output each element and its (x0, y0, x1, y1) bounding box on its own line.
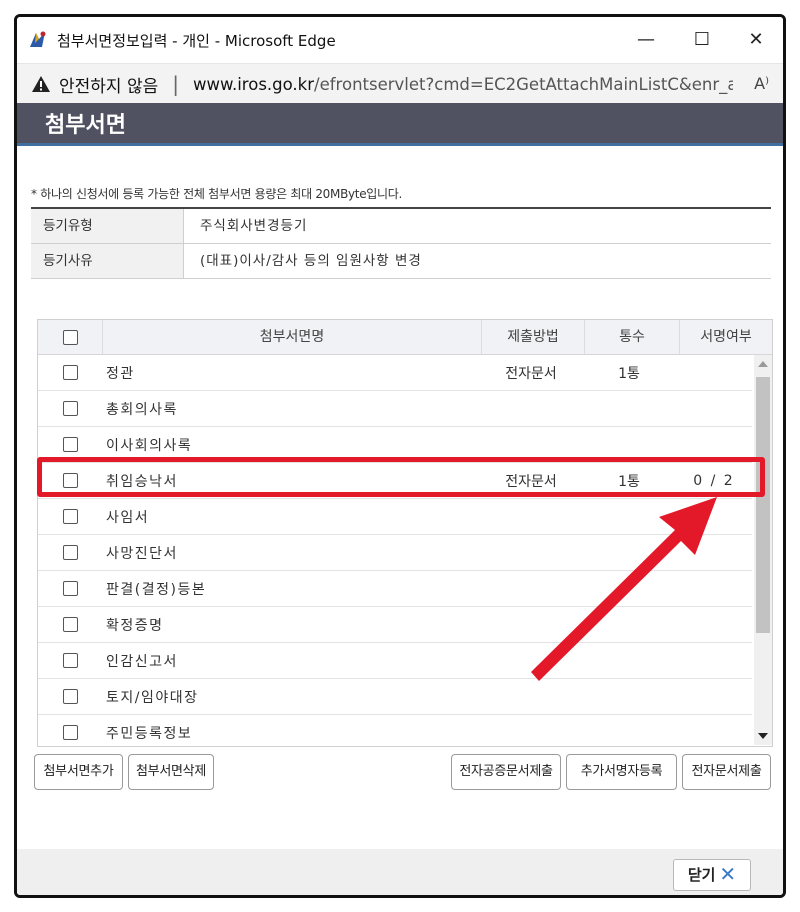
warning-icon (31, 75, 51, 93)
app-logo-icon (27, 29, 49, 51)
table-row[interactable]: 주민등록정보 (38, 715, 752, 745)
notarized-document-submit-button[interactable]: 전자공증문서제출 (451, 754, 561, 790)
info-row-type: 등기유형 주식회사변경등기 (31, 209, 771, 244)
add-attachment-button[interactable]: 첨부서면추가 (34, 754, 123, 790)
select-all-cell (38, 320, 103, 354)
browser-window: 첨부서면정보입력 - 개인 - Microsoft Edge — ☐ ✕ 안전하… (14, 14, 786, 898)
submission-method: 전자문서 (505, 365, 557, 382)
row-checkbox-cell (38, 365, 102, 381)
scroll-up-icon[interactable] (758, 361, 768, 367)
row-checkbox-cell (38, 617, 102, 633)
row-checkbox[interactable] (62, 581, 78, 596)
close-button[interactable]: 닫기 ✕ (673, 859, 751, 891)
attachment-rows: 정관 전자문서 1통 총회의사록 이사회의사록 취임승낙서 전자문서 1통 0 / 2 사임서 사망… (38, 355, 752, 745)
attachment-name: 총회의사록 (106, 401, 178, 418)
attachment-list-header: 첨부서면명 제출방법 통수 서명여부 (38, 320, 772, 355)
attachment-name: 취임승낙서 (106, 473, 178, 490)
row-checkbox[interactable] (62, 509, 78, 524)
page-title: 첨부서면 (45, 113, 126, 138)
read-aloud-icon[interactable]: A⁾ (754, 74, 769, 93)
address-bar[interactable]: 안전하지 않음 | www.iros.go.kr/efrontservlet?c… (17, 63, 783, 104)
registration-reason-label: 등기사유 (31, 244, 184, 278)
registration-info-table: 등기유형 주식회사변경등기 등기사유 (대표)이사/감사 등의 임원사항 변경 (31, 207, 771, 279)
url-path: /efrontservlet?cmd=EC2GetAttachMainListC… (314, 74, 733, 94)
row-checkbox-cell (38, 581, 102, 597)
table-row[interactable]: 확정증명 (38, 607, 752, 643)
table-row[interactable]: 정관 전자문서 1통 (38, 355, 752, 391)
delete-attachment-button[interactable]: 첨부서면삭제 (128, 754, 214, 790)
header-sign: 서명여부 (700, 329, 752, 345)
select-all-checkbox[interactable] (62, 329, 78, 345)
security-warning-label[interactable]: 안전하지 않음 (59, 72, 158, 97)
title-bar: 첨부서면정보입력 - 개인 - Microsoft Edge — ☐ ✕ (17, 17, 783, 63)
footer-bar (17, 849, 783, 895)
registration-reason-value: (대표)이사/감사 등의 임원사항 변경 (200, 253, 422, 269)
row-checkbox[interactable] (62, 545, 78, 560)
electronic-document-submit-button[interactable]: 전자문서제출 (682, 754, 771, 790)
copy-count: 1통 (618, 365, 640, 382)
row-checkbox-cell (38, 689, 102, 705)
attachment-name: 토지/임야대장 (106, 689, 199, 706)
attachment-name: 정관 (106, 365, 135, 382)
table-row[interactable]: 인감신고서 (38, 643, 752, 679)
row-checkbox[interactable] (62, 473, 78, 488)
row-checkbox-cell (38, 473, 102, 489)
info-row-reason: 등기사유 (대표)이사/감사 등의 임원사항 변경 (31, 244, 771, 279)
close-button-label: 닫기 (687, 866, 716, 884)
table-row[interactable]: 이사회의사록 (38, 427, 752, 463)
copy-count: 1통 (618, 473, 640, 490)
attachment-name: 이사회의사록 (106, 437, 193, 454)
row-checkbox-cell (38, 725, 102, 741)
table-row[interactable]: 토지/임야대장 (38, 679, 752, 715)
scroll-thumb[interactable] (756, 377, 770, 633)
row-checkbox[interactable] (62, 653, 78, 668)
attachment-name: 인감신고서 (106, 653, 178, 670)
table-row[interactable]: 판결(결정)등본 (38, 571, 752, 607)
scroll-down-icon[interactable] (758, 733, 768, 739)
row-checkbox[interactable] (62, 365, 78, 380)
url-domain: www.iros.go.kr (193, 74, 315, 94)
row-checkbox-cell (38, 437, 102, 453)
minimize-button[interactable]: — (631, 25, 661, 55)
row-checkbox-cell (38, 653, 102, 669)
list-scrollbar[interactable] (754, 355, 772, 745)
table-row[interactable]: 취임승낙서 전자문서 1통 0 / 2 (38, 463, 752, 499)
header-count: 통수 (585, 320, 680, 354)
attachment-name: 주민등록정보 (106, 725, 193, 742)
row-checkbox-cell (38, 509, 102, 525)
signature-status: 0 / 2 (693, 472, 735, 489)
row-checkbox[interactable] (62, 617, 78, 632)
table-row[interactable]: 사임서 (38, 499, 752, 535)
registration-type-value: 주식회사변경등기 (200, 218, 308, 234)
row-checkbox-cell (38, 401, 102, 417)
header-divider (17, 143, 783, 146)
capacity-notice: * 하나의 신청서에 등록 가능한 전체 첨부서면 용량은 최대 20MByte… (31, 187, 403, 201)
attachment-name: 확정증명 (106, 617, 164, 634)
page-header: 첨부서면 (17, 103, 783, 143)
attachment-list: 첨부서면명 제출방법 통수 서명여부 정관 전자문서 1통 총회의사록 이사회의사록 취임… (37, 319, 773, 747)
table-row[interactable]: 사망진단서 (38, 535, 752, 571)
url-text[interactable]: www.iros.go.kr/efrontservlet?cmd=EC2GetA… (193, 75, 733, 94)
attachment-name: 사임서 (106, 509, 150, 526)
row-checkbox[interactable] (62, 401, 78, 416)
submission-method: 전자문서 (505, 473, 557, 490)
attachment-name: 사망진단서 (106, 545, 178, 562)
table-row[interactable]: 총회의사록 (38, 391, 752, 427)
window-title: 첨부서면정보입력 - 개인 - Microsoft Edge (57, 31, 336, 50)
attachment-name: 판결(결정)등본 (106, 581, 207, 598)
header-name: 첨부서면명 (103, 320, 482, 354)
close-window-button[interactable]: ✕ (741, 25, 771, 55)
maximize-button[interactable]: ☐ (687, 25, 717, 55)
row-checkbox[interactable] (62, 437, 78, 452)
registration-type-label: 등기유형 (31, 209, 184, 243)
header-method: 제출방법 (482, 320, 585, 354)
close-x-icon: ✕ (719, 862, 737, 886)
address-separator: | (172, 72, 179, 96)
row-checkbox[interactable] (62, 725, 78, 740)
row-checkbox[interactable] (62, 689, 78, 704)
add-signer-button[interactable]: 추가서명자등록 (566, 754, 677, 790)
row-checkbox-cell (38, 545, 102, 561)
